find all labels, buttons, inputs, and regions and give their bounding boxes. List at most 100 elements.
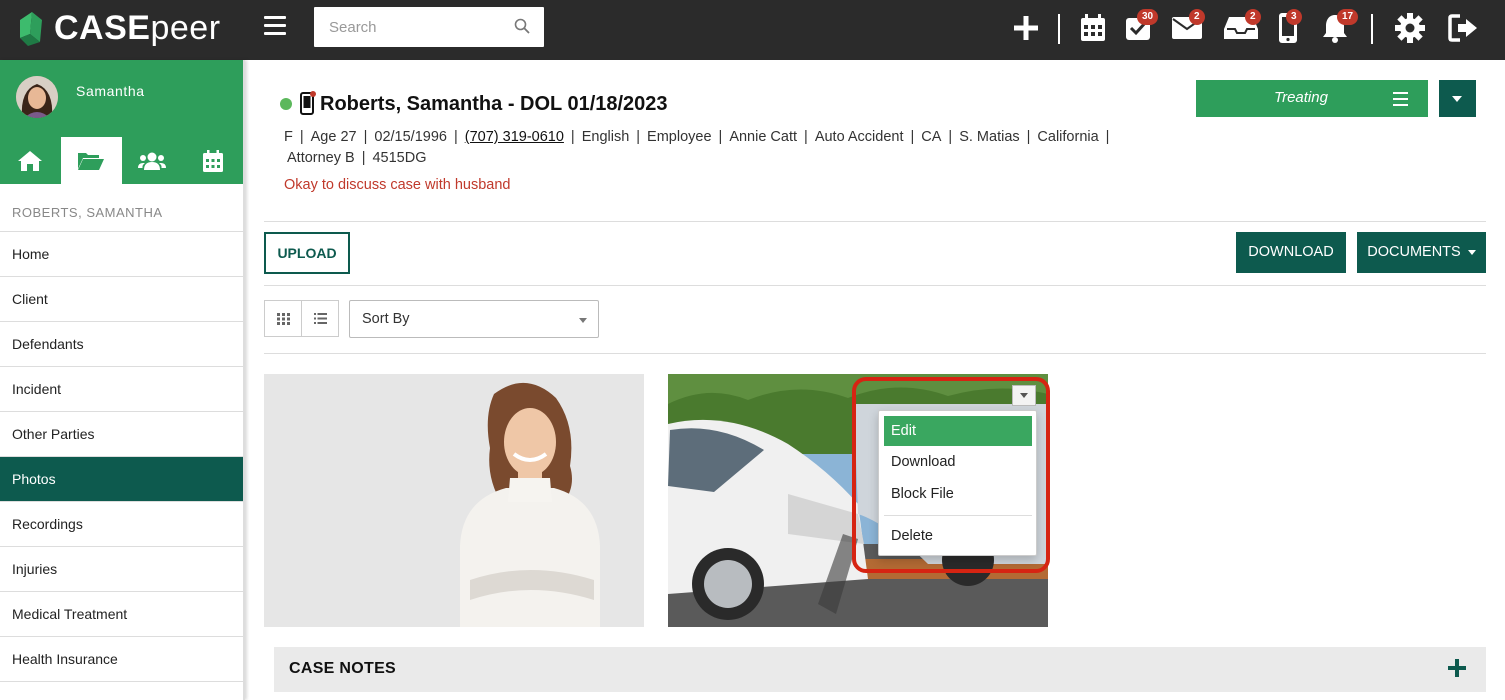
photo-options-menu: Edit Download Block File Delete <box>878 410 1037 556</box>
menu-item-delete[interactable]: Delete <box>884 521 1032 551</box>
logo-leaf-icon <box>20 12 42 46</box>
client-age: Age 27 <box>310 129 357 145</box>
case-staff: Annie Catt <box>729 129 798 145</box>
sidebar-item-incident[interactable]: Incident <box>0 367 243 412</box>
logo-text: CASEpeer <box>54 8 221 47</box>
tasks-badge: 30 <box>1137 9 1159 25</box>
toolbar-divider <box>1058 14 1060 44</box>
sidebar-item-recordings[interactable]: Recordings <box>0 502 243 547</box>
client-info-line-1: F | Age 27 | 02/15/1996 | (707) 319-0610 | Engli… <box>284 129 1110 145</box>
case-status-label: Treating <box>1274 89 1328 106</box>
hamburger-menu-icon[interactable] <box>264 16 286 38</box>
main-content: Roberts, Samantha - DOL 01/18/2023 F | Age… <box>264 60 1486 700</box>
chevron-down-icon <box>1452 96 1462 102</box>
casepeer-logo[interactable]: CASEpeer <box>16 6 221 50</box>
inbox-badge: 2 <box>1245 9 1261 25</box>
tab-contacts[interactable] <box>122 137 183 184</box>
search-input[interactable] <box>314 7 504 47</box>
users-icon <box>137 152 166 170</box>
sidebar-item-photos[interactable]: Photos <box>0 457 243 502</box>
download-button[interactable]: DOWNLOAD <box>1236 232 1346 273</box>
case-title: Roberts, Samantha - DOL 01/18/2023 <box>320 93 668 115</box>
search-box <box>314 7 544 47</box>
sidebar-item-client[interactable]: Client <box>0 277 243 322</box>
tab-calendar[interactable] <box>182 137 243 184</box>
search-icon[interactable] <box>514 18 530 34</box>
sidebar: Samantha ROBERTS, SAMANTHA Home Client D… <box>0 60 245 700</box>
grid-icon <box>276 312 290 325</box>
home-icon <box>18 150 43 171</box>
sidebar-item-medical-treatment[interactable]: Medical Treatment <box>0 592 243 637</box>
sidebar-item-other-parties[interactable]: Other Parties <box>0 412 243 457</box>
case-type: Auto Accident <box>814 129 904 145</box>
documents-label: DOCUMENTS <box>1367 244 1461 260</box>
sort-by-value: Sort By <box>362 311 410 327</box>
tasks-check-icon[interactable]: 30 <box>1120 9 1159 46</box>
mail-badge: 2 <box>1189 9 1205 25</box>
case-attorney: Attorney B <box>287 150 355 166</box>
plus-icon[interactable] <box>1008 10 1044 46</box>
toolbar-divider <box>1371 14 1373 44</box>
menu-item-edit[interactable]: Edit <box>884 416 1032 446</box>
case-location: California <box>1037 129 1099 145</box>
upload-button[interactable]: UPLOAD <box>264 232 350 274</box>
grid-view-button[interactable] <box>264 300 302 337</box>
tab-home[interactable] <box>0 137 61 184</box>
chevron-down-icon <box>1020 393 1028 398</box>
client-gender: F <box>284 129 293 145</box>
mobile-badge: 3 <box>1286 9 1302 25</box>
menu-item-download[interactable]: Download <box>884 447 1032 477</box>
sort-by-select[interactable]: Sort By <box>349 300 599 338</box>
menu-item-block-file[interactable]: Block File <box>884 479 1032 509</box>
divider <box>264 353 1486 354</box>
case-code: 4515DG <box>372 150 427 166</box>
client-dob: 02/15/1996 <box>374 129 447 145</box>
bell-icon[interactable]: 17 <box>1317 9 1359 46</box>
user-name: Samantha <box>76 83 145 99</box>
client-language: English <box>581 129 630 145</box>
inbox-icon[interactable]: 2 <box>1223 9 1261 46</box>
documents-dropdown-button[interactable]: DOCUMENTS <box>1357 232 1486 273</box>
case-state: CA <box>921 129 942 145</box>
mobile-phone-icon[interactable]: 3 <box>1270 9 1306 46</box>
list-view-button[interactable] <box>301 300 339 337</box>
tab-case-files[interactable] <box>60 137 122 184</box>
mobile-phone-icon <box>300 91 316 115</box>
case-notes-section: CASE NOTES <box>274 647 1486 692</box>
case-status-button[interactable]: Treating <box>1196 80 1428 117</box>
user-panel: Samantha <box>0 60 243 137</box>
case-alert: Okay to discuss case with husband <box>284 177 511 193</box>
sidebar-item-health-insurance[interactable]: Health Insurance <box>0 637 243 682</box>
calendar-icon[interactable] <box>1075 10 1111 46</box>
folder-open-icon <box>78 152 105 170</box>
case-name-heading: ROBERTS, SAMANTHA <box>0 184 243 232</box>
case-notes-title: CASE NOTES <box>289 660 397 677</box>
status-indicator <box>280 98 292 110</box>
mail-icon[interactable]: 2 <box>1169 9 1205 46</box>
status-dropdown-toggle[interactable] <box>1439 80 1476 117</box>
calendar-icon <box>202 149 223 172</box>
sidebar-tabs <box>0 137 243 184</box>
gear-icon[interactable] <box>1392 10 1428 46</box>
case-person: S. Matias <box>959 129 1020 145</box>
photo-options-toggle[interactable] <box>1012 385 1036 406</box>
top-navbar: CASEpeer 30 2 2 3 17 <box>0 0 1505 60</box>
list-icon <box>313 313 327 324</box>
sidebar-item-injuries[interactable]: Injuries <box>0 547 243 592</box>
divider <box>264 221 1486 222</box>
divider <box>264 285 1486 286</box>
menu-divider <box>884 515 1032 516</box>
list-menu-icon <box>1393 92 1408 110</box>
photo-client-portrait[interactable] <box>264 374 644 627</box>
client-info-line-2: Attorney B | 4515DG <box>287 150 427 166</box>
avatar[interactable] <box>16 76 58 118</box>
sidebar-item-defendants[interactable]: Defendants <box>0 322 243 367</box>
sidebar-item-home[interactable]: Home <box>0 232 243 277</box>
client-phone-link[interactable]: (707) 319-0610 <box>465 129 564 145</box>
client-occupation: Employee <box>647 129 712 145</box>
caret-down-icon <box>1467 249 1476 255</box>
chevron-down-icon <box>579 318 587 323</box>
notifications-badge: 17 <box>1337 9 1359 25</box>
add-note-plus-icon[interactable] <box>1448 659 1466 677</box>
logout-icon[interactable] <box>1446 10 1482 46</box>
